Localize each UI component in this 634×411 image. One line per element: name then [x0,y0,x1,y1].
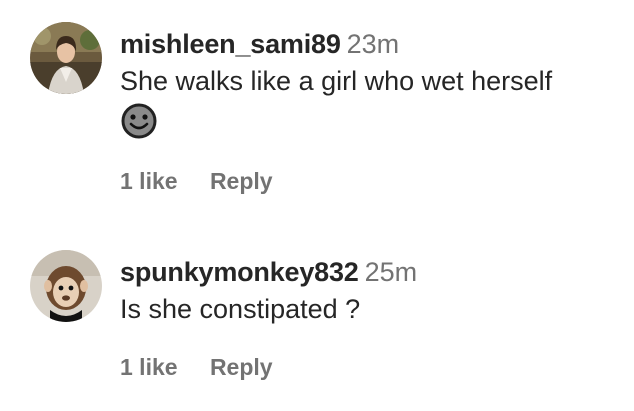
reply-button[interactable]: Reply [210,168,273,194]
comment-username[interactable]: spunkymonkey832 [120,257,359,287]
profile-photo-monkey-icon [30,250,102,322]
like-count[interactable]: 1 like [120,168,178,194]
avatar[interactable] [30,22,102,94]
comment-timestamp: 25m [364,257,418,287]
comment-item: mishleen_sami89 23m She walks like a girl… [0,0,634,215]
comment-text: She walks like a girl who wet herself [120,66,553,96]
comment-username[interactable]: mishleen_sami89 [120,29,341,59]
avatar[interactable] [30,250,102,322]
reply-button[interactable]: Reply [210,354,273,380]
comment-item: spunkymonkey832 25m Is she constipated ? … [0,230,634,411]
smiling-face-emoji-icon [121,103,157,139]
profile-photo-woman-icon [30,22,102,94]
comment-timestamp: 23m [346,29,400,59]
comment-text: Is she constipated ? [120,294,361,324]
like-count[interactable]: 1 like [120,354,178,380]
